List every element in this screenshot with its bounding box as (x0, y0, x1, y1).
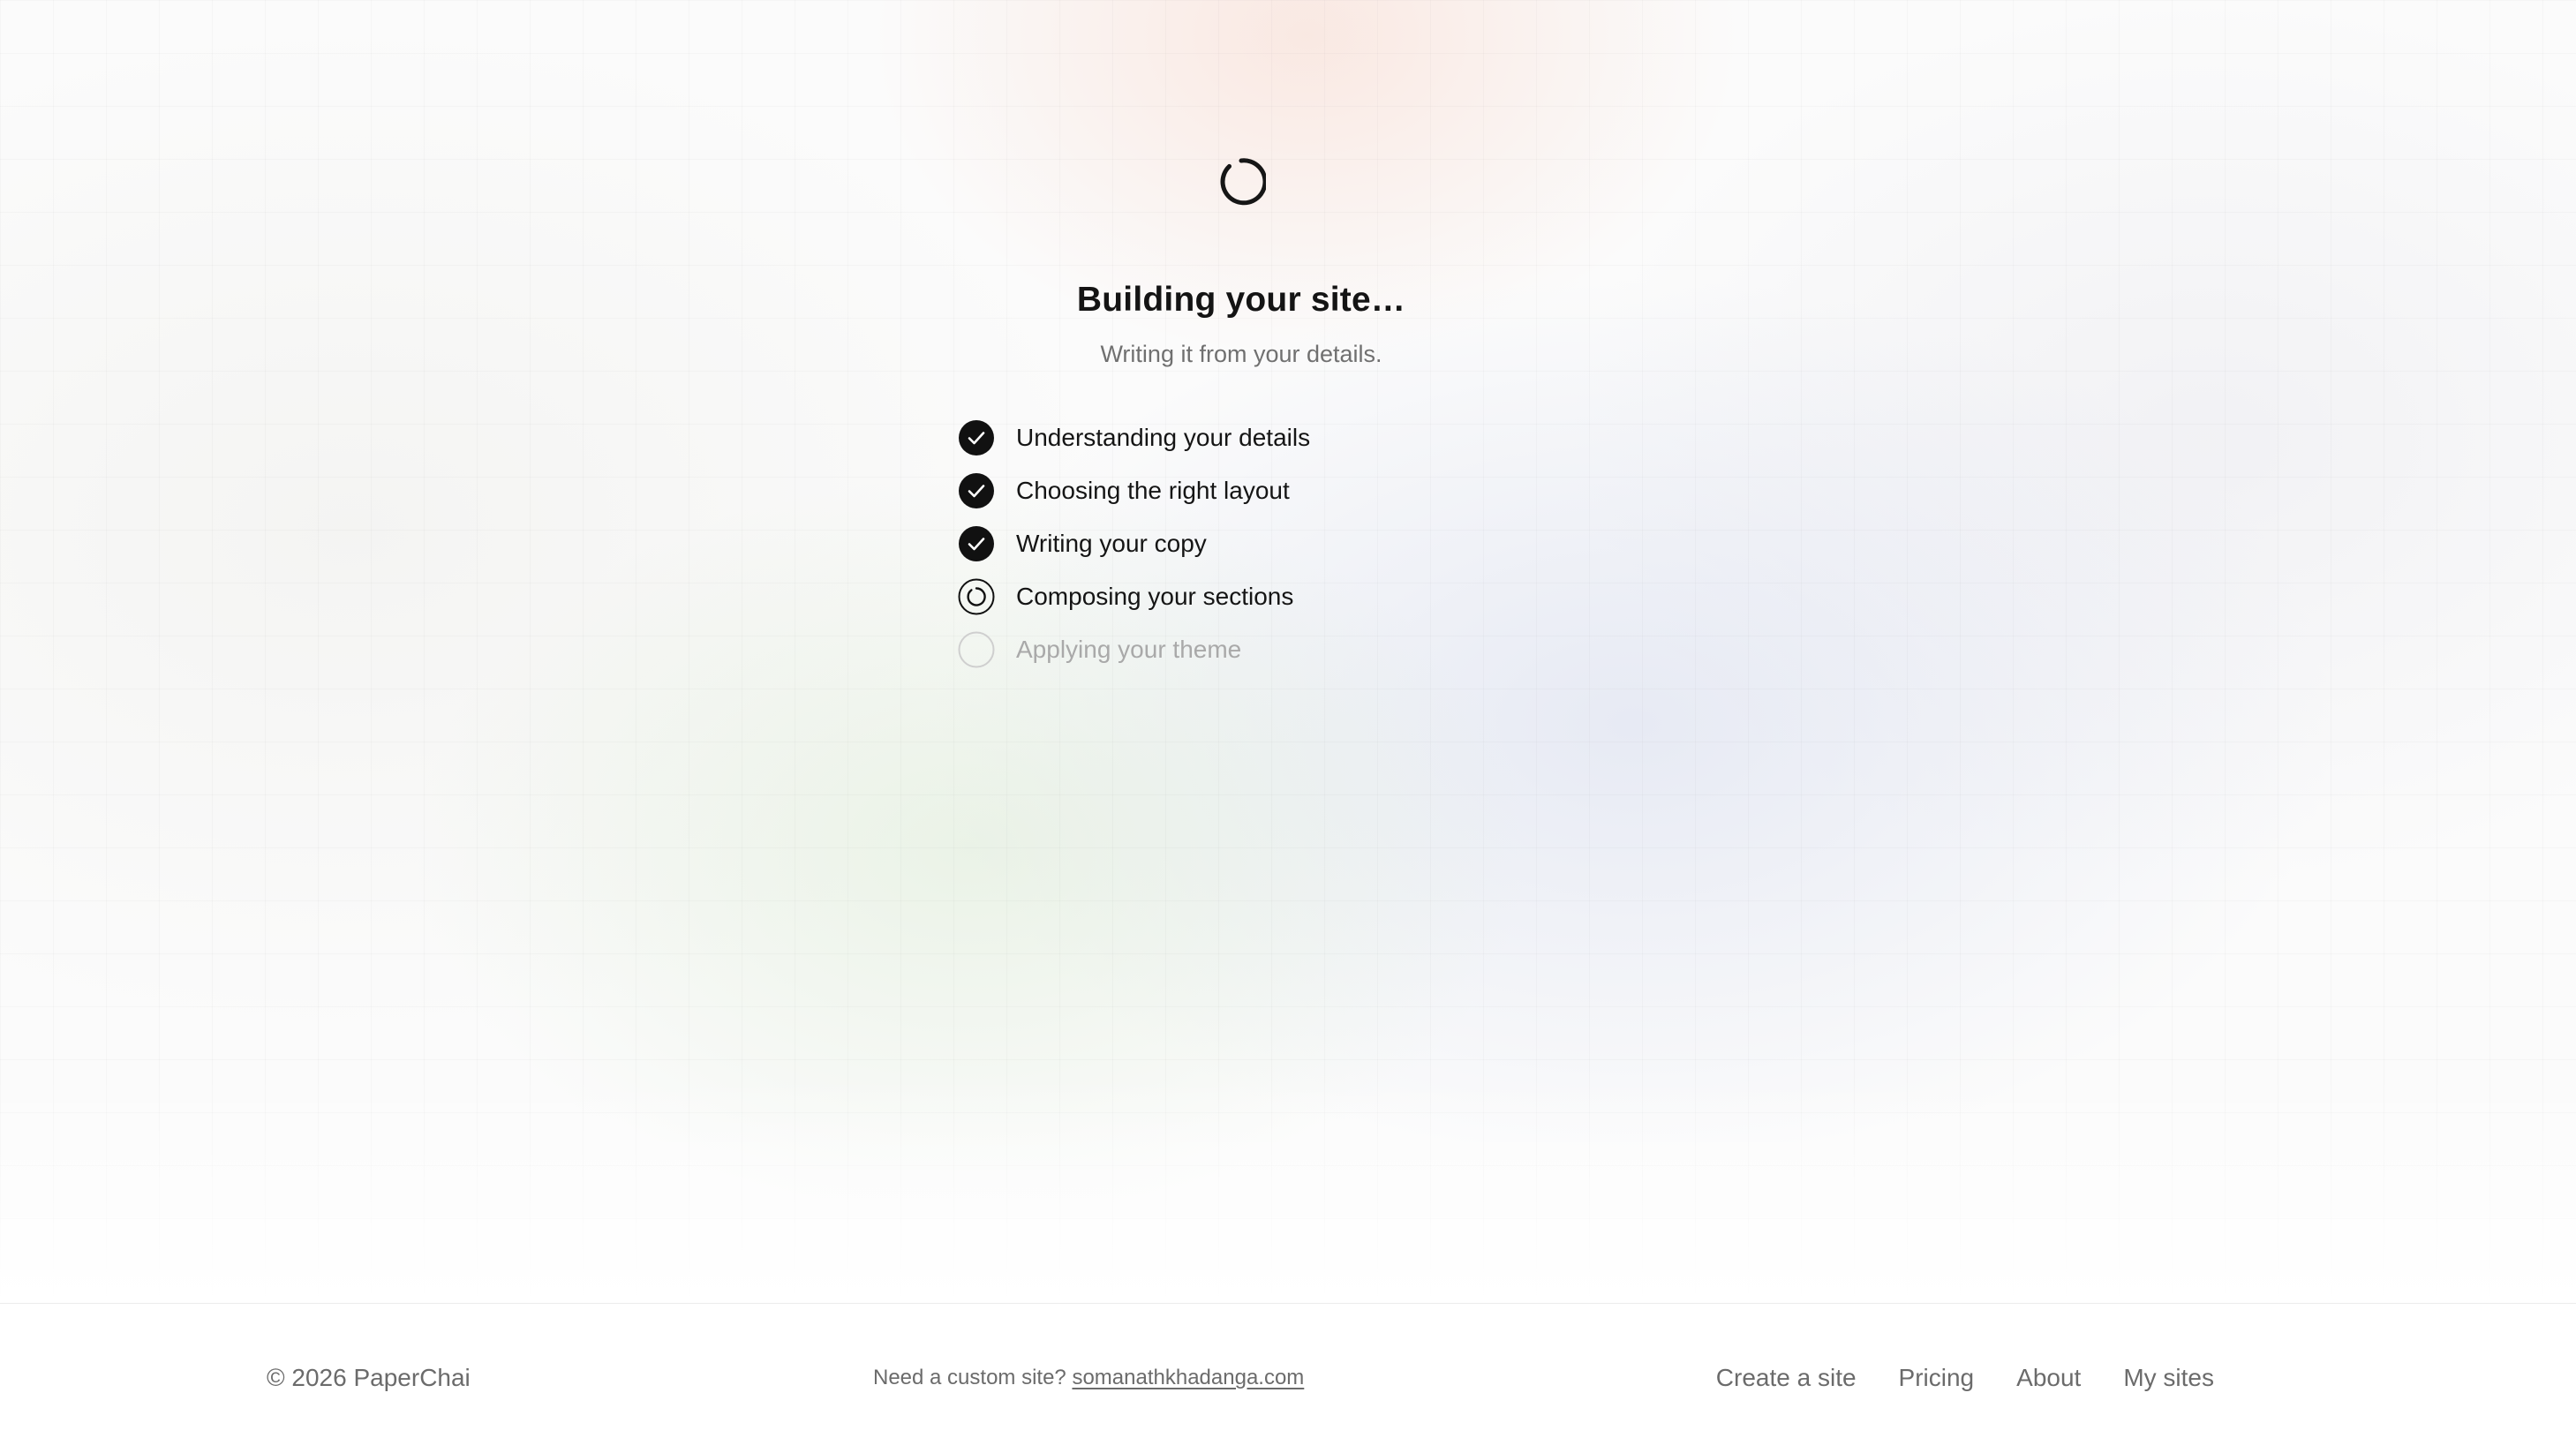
build-progress-panel: Building your site… Writing it from your… (0, 0, 2576, 1303)
step-item: Composing your sections (958, 570, 1310, 623)
step-item: Writing your copy (958, 517, 1310, 570)
footer-link-my-sites[interactable]: My sites (2123, 1364, 2214, 1392)
page-title: Building your site… (1076, 281, 1406, 319)
custom-site-link[interactable]: somanathkhadanga.com (1072, 1366, 1304, 1389)
site-footer: © 2026 PaperChai Need a custom site? som… (0, 1303, 2576, 1453)
step-label: Understanding your details (1016, 424, 1311, 451)
progress-circle-icon (958, 578, 995, 615)
check-circle-icon (958, 419, 995, 456)
loading-spinner-icon (1216, 157, 1268, 207)
check-circle-icon (958, 525, 995, 562)
step-label: Composing your sections (1016, 583, 1294, 610)
page-subtitle: Writing it from your details. (1100, 341, 1382, 367)
step-label: Applying your theme (1016, 636, 1242, 663)
step-item: Applying your theme (958, 623, 1310, 676)
step-item: Choosing the right layout (958, 464, 1310, 517)
check-circle-icon (958, 472, 995, 509)
footer-copyright: © 2026 PaperChai (267, 1364, 471, 1391)
custom-site-prefix: Need a custom site? (873, 1366, 1066, 1389)
build-steps-list: Understanding your details Choosing the … (958, 411, 1310, 676)
footer-link-create-site[interactable]: Create a site (1716, 1364, 1857, 1392)
custom-site-note: Need a custom site? somanathkhadanga.com (873, 1366, 1304, 1390)
footer-link-about[interactable]: About (2016, 1364, 2081, 1392)
step-label: Choosing the right layout (1016, 477, 1290, 504)
footer-link-pricing[interactable]: Pricing (1899, 1364, 1975, 1392)
footer-nav: Create a site Pricing About My sites (1716, 1364, 2214, 1392)
step-label: Writing your copy (1016, 530, 1207, 557)
step-item: Understanding your details (958, 411, 1310, 464)
empty-circle-icon (958, 631, 995, 668)
